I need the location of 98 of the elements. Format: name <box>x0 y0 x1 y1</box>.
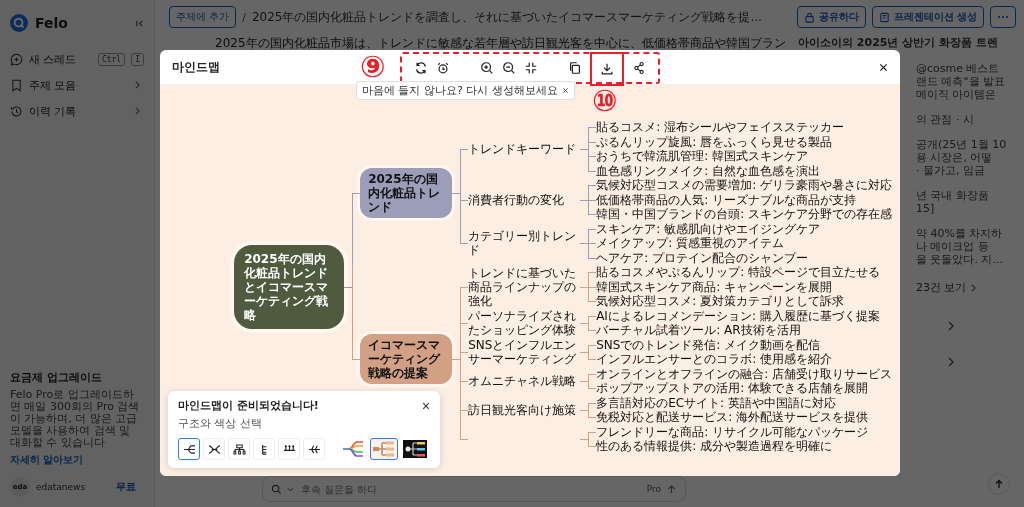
source-snippet: 15] <box>916 202 936 215</box>
topic-node[interactable]: 消費者行動の変化 <box>468 192 581 207</box>
close-icon[interactable] <box>422 401 430 410</box>
layout-icon <box>307 443 321 455</box>
leaf-node[interactable]: 貼るコスメ: 湿布シールやフェイスステッカー <box>596 120 844 135</box>
theme-preview-icon <box>403 440 427 458</box>
alarm-clock-icon[interactable] <box>436 61 450 75</box>
theme-option[interactable] <box>401 438 429 460</box>
leaf-node[interactable]: 韓国式スキンケア商品: キャンペーンを展開 <box>596 279 832 294</box>
breadcrumb-separator: / <box>242 10 246 24</box>
panel-title: 마인드맵이 준비되었습니다! <box>178 398 319 413</box>
leaf-node[interactable]: 血色感リンクメイク: 自然な血色感を演出 <box>596 163 820 178</box>
leaf-node[interactable]: ぷるんリップ旋風: 唇をふっくら見せる製品 <box>596 134 832 149</box>
source-snippet: 용 시장은, 어떻 <box>916 151 994 164</box>
topic-node[interactable]: カテゴリー別トレンド <box>468 229 581 258</box>
fit-screen-icon[interactable] <box>524 61 538 75</box>
topic-node[interactable]: トレンドに基づいた商品ラインナップの強化 <box>468 265 581 308</box>
source-snippet: 나 메이크업 등 <box>916 240 990 253</box>
leaf-node[interactable]: 韓国・中国ブランドの台頭: スキンケア分野での存在感 <box>596 207 892 222</box>
branch-node[interactable]: イコマースマーケティング戦略の提案 <box>360 334 453 385</box>
scroll-top-button[interactable] <box>988 473 1010 495</box>
leaf-node[interactable]: インフルエンサーとのコラボ: 使用感を紹介 <box>596 352 832 367</box>
download-icon[interactable] <box>600 62 614 76</box>
leaf-node[interactable]: ヘアケア: プロテイン配合のシャンプー <box>596 250 808 265</box>
chevron-right-icon <box>135 81 140 89</box>
leaf-node[interactable]: ポップアップストアの活用: 体験できる店舗を展開 <box>596 381 868 396</box>
dialog-title: 마인드맵 <box>172 58 220 76</box>
brand-name: Felo <box>35 15 69 31</box>
search-icon <box>271 483 282 495</box>
arrow-up-icon <box>994 479 1004 489</box>
topic-node[interactable]: トレンドキーワード <box>468 142 581 156</box>
copy-icon[interactable] <box>568 61 582 75</box>
bookmark-icon <box>10 78 23 92</box>
topic-node[interactable]: 訪日観光客向け施策 <box>468 403 581 417</box>
annotation-number: ⑩ <box>592 86 618 116</box>
source-snippet: 공개(25년 1월 10 <box>916 138 1008 151</box>
slides-icon <box>878 11 890 23</box>
shortcut-key: Ctrl <box>97 52 126 66</box>
leaf-node[interactable]: 性のある情報提供: 成分や製造過程を明確に <box>596 439 832 454</box>
source-snippet: · 물가고, 임금 <box>916 164 986 177</box>
source-snippet: 약 40%를 차지하 <box>916 227 1004 240</box>
theme-preview-icon <box>341 440 365 458</box>
branch-node[interactable]: 2025年の国内化粧品トレンド <box>360 167 453 218</box>
tooltip-text: 마음에 들지 않나요? 다시 생성해보세요 <box>362 83 558 98</box>
shortcut-key: I <box>131 52 144 66</box>
zoom-out-icon[interactable] <box>502 61 516 75</box>
leaf-node[interactable]: SNSでのトレンド発信: メイク動画を配信 <box>596 337 821 352</box>
leaf-node[interactable]: スキンケア: 敏感肌向けやエイジングケア <box>596 221 820 236</box>
source-snippet: 을 웃돌았다. 지... <box>916 253 1004 266</box>
answer-paragraph: 2025年の国内化粧品市場は、トレンドに敏感な若年層や訪日観光客を中心に、低価格帯商品や韓国ブラン <box>215 36 787 50</box>
user-name: edatanews <box>36 482 86 492</box>
theme-preview-icon <box>372 440 396 458</box>
thread-title: 2025年の国内化粧品トレンドを調査し、それに基づいたイコマースマーケティング戦略を提... <box>251 8 762 26</box>
close-icon[interactable] <box>879 62 888 72</box>
chevron-right-icon[interactable] <box>948 357 954 367</box>
leaf-node[interactable]: 低価格帯商品の人気: リーズナブルな商品が支持 <box>596 192 856 207</box>
source-snippet: 랜드 예측"을 발표 <box>916 75 1007 88</box>
source-snippet: @cosme 베스트 <box>916 62 1001 75</box>
chat-plus-icon <box>10 52 23 66</box>
upgrade-description: Felo Pro로 업그레이드하면 매일 300회의 Pro 검색이 가능하며, 더 많은 고급 모델을 사용하여 검색 및 대화할 수 있습니다 <box>10 389 141 449</box>
leaf-node[interactable]: 貼るコスメやぷるんリップ: 特設ページで目立たせる <box>596 265 880 280</box>
leaf-node[interactable]: メイクアップ: 質感重視のアイテム <box>596 236 784 251</box>
zoom-in-icon[interactable] <box>480 61 494 75</box>
lock-icon <box>803 11 815 23</box>
leaf-node[interactable]: 気候対応型コスメの需要増加: ゲリラ豪雨や暑さに対応 <box>596 178 892 193</box>
leaf-node[interactable]: 気候対応型コスメ: 夏対策カテゴリとして訴求 <box>596 294 844 309</box>
chevron-right-icon <box>135 107 140 115</box>
logo-icon <box>10 14 28 32</box>
leaf-node[interactable]: 多言語対応のECサイト: 英語や中国語に対応 <box>596 395 836 410</box>
source-snippet: 메이직 아이템은 <box>916 88 998 101</box>
refresh-icon[interactable] <box>414 61 428 75</box>
leaf-node[interactable]: おうちで韓流肌管理: 韓国式スキンケア <box>596 149 808 164</box>
history-icon <box>10 104 23 118</box>
source-snippet: 년 국내 화장품 <box>916 189 990 202</box>
close-icon[interactable] <box>561 87 569 94</box>
topic-node[interactable]: パーソナライズされたショッピング体験 <box>468 309 581 337</box>
collapse-icon[interactable] <box>135 18 144 28</box>
more-button[interactable] <box>990 6 1016 28</box>
chevron-right-icon[interactable] <box>948 321 954 331</box>
layout-icon <box>182 443 196 455</box>
leaf-node[interactable]: 免税対応と配送サービス: 海外配送サービスを提供 <box>596 410 868 425</box>
source-snippet: 의 관점 · 시 <box>916 113 975 126</box>
topic-node[interactable]: オムニチャネル戦略 <box>468 374 581 388</box>
panel-subtitle: 구조와 색상 선택 <box>178 416 263 431</box>
caret-icon <box>287 486 294 492</box>
leaf-node[interactable]: AIによるレコメンデーション: 購入履歴に基づく提案 <box>596 308 880 323</box>
leaf-node[interactable]: バーチャル試着ツール: AR技術を活用 <box>596 323 801 338</box>
layout-option[interactable] <box>178 438 200 460</box>
chevron-right-icon <box>970 283 976 292</box>
layout-icon <box>232 443 246 455</box>
more-icon <box>997 15 1009 19</box>
annotation-number: ⑨ <box>360 52 386 82</box>
upgrade-title: 요금제 업그레이드 <box>10 370 103 385</box>
topic-node[interactable]: SNSとインフルエンサーマーケティング <box>468 338 581 366</box>
share-icon[interactable] <box>632 61 646 75</box>
leaf-node[interactable]: フレンドリーな商品: リサイクル可能なパッケージ <box>596 424 868 439</box>
layout-icon <box>207 443 221 455</box>
leaf-node[interactable]: オンラインとオフラインの融合: 店舗受け取りサービス <box>596 366 892 381</box>
